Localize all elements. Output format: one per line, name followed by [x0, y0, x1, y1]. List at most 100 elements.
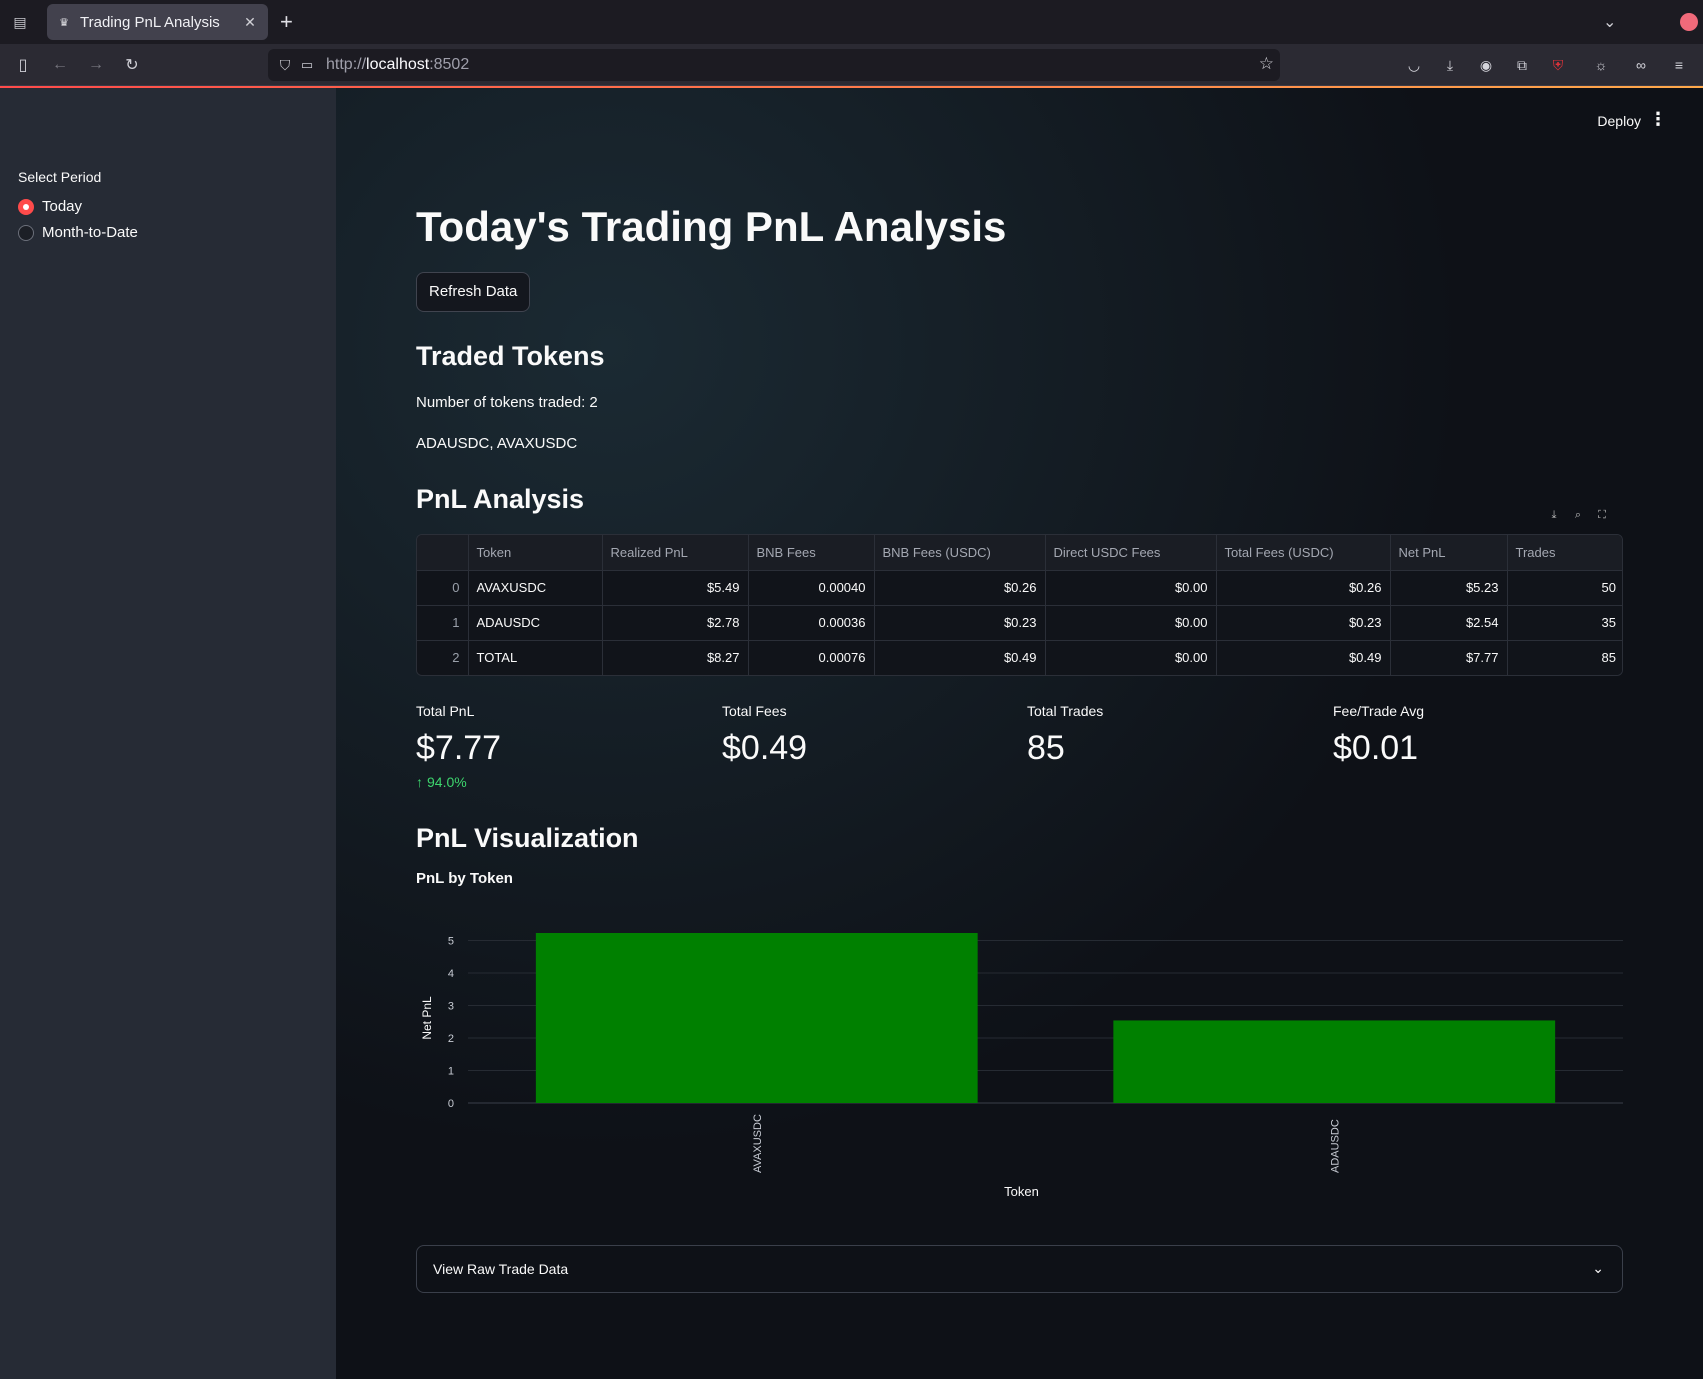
metric-label: Total Trades [1027, 703, 1104, 719]
table-toolbar: ⤓ ⌕ ⛶ [1546, 507, 1610, 523]
row-index-cell[interactable]: 1 [417, 605, 469, 641]
main-menu-kebab-icon[interactable]: ⋮ [1649, 109, 1667, 130]
column-header[interactable]: Total Fees (USDC) [1216, 535, 1391, 571]
page-info-icon[interactable]: ▭ [296, 57, 318, 73]
table-cell[interactable]: $0.23 [874, 605, 1046, 641]
table-row[interactable]: 1 ADAUSDC $2.78 0.00036 $0.23 $0.00 $0.23 $2.54… [417, 605, 1622, 641]
refresh-data-button[interactable]: Refresh Data [416, 272, 531, 312]
metric-label: Total PnL [416, 703, 475, 719]
bar [535, 933, 978, 1103]
download-icon[interactable]: ⤓ [1439, 54, 1461, 76]
extension-glasses-icon[interactable]: ∞ [1630, 54, 1652, 76]
y-tick-label: 1 [448, 1065, 454, 1077]
table-cell[interactable]: $0.00 [1045, 640, 1217, 675]
menu-icon[interactable]: ≡ [1668, 54, 1690, 76]
new-tab-icon[interactable]: + [280, 10, 293, 34]
metric-delta-value: 94.0% [427, 774, 467, 790]
table-cell[interactable]: $5.23 [1390, 570, 1508, 606]
url-host: localhost [366, 56, 430, 73]
bookmark-star-icon[interactable]: ☆ [1259, 54, 1274, 74]
table-cell[interactable]: 0.00076 [748, 640, 875, 675]
row-index-cell[interactable]: 2 [417, 640, 469, 675]
table-cell[interactable]: 50 [1507, 570, 1622, 606]
pocket-icon[interactable]: ◡ [1403, 54, 1425, 76]
index-header[interactable] [417, 535, 469, 571]
table-cell[interactable]: $0.00 [1045, 570, 1217, 606]
account-icon[interactable]: ◉ [1475, 54, 1497, 76]
metric-total-trades: Total Trades 85 [1027, 703, 1103, 768]
column-header[interactable]: BNB Fees [748, 535, 875, 571]
y-tick-label: 3 [448, 1000, 454, 1012]
table-row[interactable]: 0 AVAXUSDC $5.49 0.00040 $0.26 $0.00 $0.26 $5.2… [417, 570, 1622, 606]
table-cell[interactable]: $0.26 [1216, 570, 1391, 606]
table-row[interactable]: 2 TOTAL $8.27 0.00076 $0.49 $0.00 $0.49 $7.77 85 [417, 640, 1622, 675]
radio-month-to-date[interactable]: Month-to-Date [18, 224, 138, 241]
arrow-up-icon: ↑ [416, 774, 423, 790]
table-cell[interactable]: TOTAL [468, 640, 603, 675]
raw-trade-data-expander[interactable]: View Raw Trade Data ⌄ [416, 1245, 1623, 1293]
back-icon[interactable]: ← [49, 54, 71, 76]
table-cell[interactable]: 85 [1507, 640, 1622, 675]
x-tick-label: AVAXUSDC [752, 1114, 764, 1173]
y-tick-label: 2 [448, 1033, 454, 1045]
table-cell[interactable]: $8.27 [602, 640, 749, 675]
table-cell[interactable]: 0.00040 [748, 570, 875, 606]
search-icon[interactable]: ⌕ [1570, 507, 1586, 523]
table-cell[interactable]: 0.00036 [748, 605, 875, 641]
pnl-bar-chart[interactable]: 0 1 2 3 4 5 AVAXUSDC ADAUSDC Net PnL Token [416, 903, 1623, 1203]
table-cell[interactable]: $0.00 [1045, 605, 1217, 641]
metric-delta: ↑ 94.0% [416, 774, 501, 790]
metric-fee-trade-avg: Fee/Trade Avg $0.01 [1333, 703, 1424, 768]
extensions-icon[interactable]: ⧉ [1511, 54, 1533, 76]
extension-icon[interactable]: ☼ [1590, 54, 1612, 76]
column-header[interactable]: Direct USDC Fees [1045, 535, 1217, 571]
metric-total-pnl: Total PnL $7.77 ↑ 94.0% [416, 703, 501, 790]
table-cell[interactable]: AVAXUSDC [468, 570, 603, 606]
reload-icon[interactable]: ↻ [121, 54, 143, 76]
table-cell[interactable]: $0.49 [1216, 640, 1391, 675]
ublock-icon[interactable]: ⛨ [1547, 54, 1569, 76]
url-bar[interactable]: ⛉ ▭ http://localhost:8502 ☆ [268, 49, 1280, 81]
column-header[interactable]: Realized PnL [602, 535, 749, 571]
recording-indicator-icon[interactable] [1680, 13, 1698, 31]
table-cell[interactable]: $0.49 [874, 640, 1046, 675]
sidebar-toggle-icon[interactable]: ▯ [12, 54, 34, 76]
table-cell[interactable]: $7.77 [1390, 640, 1508, 675]
table-cell[interactable]: $5.49 [602, 570, 749, 606]
tab-list-icon[interactable]: ▤ [0, 0, 40, 44]
column-header[interactable]: Token [468, 535, 603, 571]
table-cell[interactable]: $2.78 [602, 605, 749, 641]
column-header[interactable]: BNB Fees (USDC) [874, 535, 1046, 571]
download-csv-icon[interactable]: ⤓ [1546, 507, 1562, 523]
table-cell[interactable]: $0.26 [874, 570, 1046, 606]
period-label: Select Period [18, 169, 102, 185]
browser-tab[interactable]: ♛ Trading PnL Analysis ✕ [47, 4, 268, 40]
table-cell[interactable]: $2.54 [1390, 605, 1508, 641]
table-header-row: Token Realized PnL BNB Fees BNB Fees (USDC)… [417, 535, 1622, 571]
tab-close-icon[interactable]: ✕ [242, 14, 258, 31]
fullscreen-icon[interactable]: ⛶ [1594, 507, 1610, 523]
column-header[interactable]: Net PnL [1390, 535, 1508, 571]
shield-icon[interactable]: ⛉ [274, 57, 296, 74]
tab-title: Trading PnL Analysis [80, 13, 220, 31]
row-index-cell[interactable]: 0 [417, 570, 469, 606]
x-tick-label: ADAUSDC [1329, 1119, 1341, 1173]
pnl-visualization-heading: PnL Visualization [416, 823, 639, 853]
chevron-down-icon: ⌄ [1592, 1260, 1604, 1276]
list-tabs-chevron-icon[interactable]: ⌄ [1603, 12, 1616, 32]
radio-unselected-icon[interactable] [18, 224, 34, 241]
bar [1113, 1020, 1556, 1103]
table-cell[interactable]: ADAUSDC [468, 605, 603, 641]
streamlit-favicon-icon: ♛ [59, 16, 69, 29]
radio-today[interactable]: Today [18, 198, 82, 215]
table-cell[interactable]: 35 [1507, 605, 1622, 641]
main-area: Deploy ⋮ Today's Trading PnL Analysis Re… [336, 88, 1703, 1379]
radio-selected-icon[interactable] [18, 198, 34, 215]
table-cell[interactable]: $0.23 [1216, 605, 1391, 641]
pnl-table[interactable]: Token Realized PnL BNB Fees BNB Fees (USDC)… [416, 534, 1623, 676]
forward-icon[interactable]: → [85, 54, 107, 76]
deploy-button[interactable]: Deploy [1597, 113, 1641, 129]
x-axis-label: Token [1004, 1184, 1039, 1199]
column-header[interactable]: Trades [1507, 535, 1622, 571]
url-text[interactable]: http://localhost:8502 [326, 56, 469, 74]
